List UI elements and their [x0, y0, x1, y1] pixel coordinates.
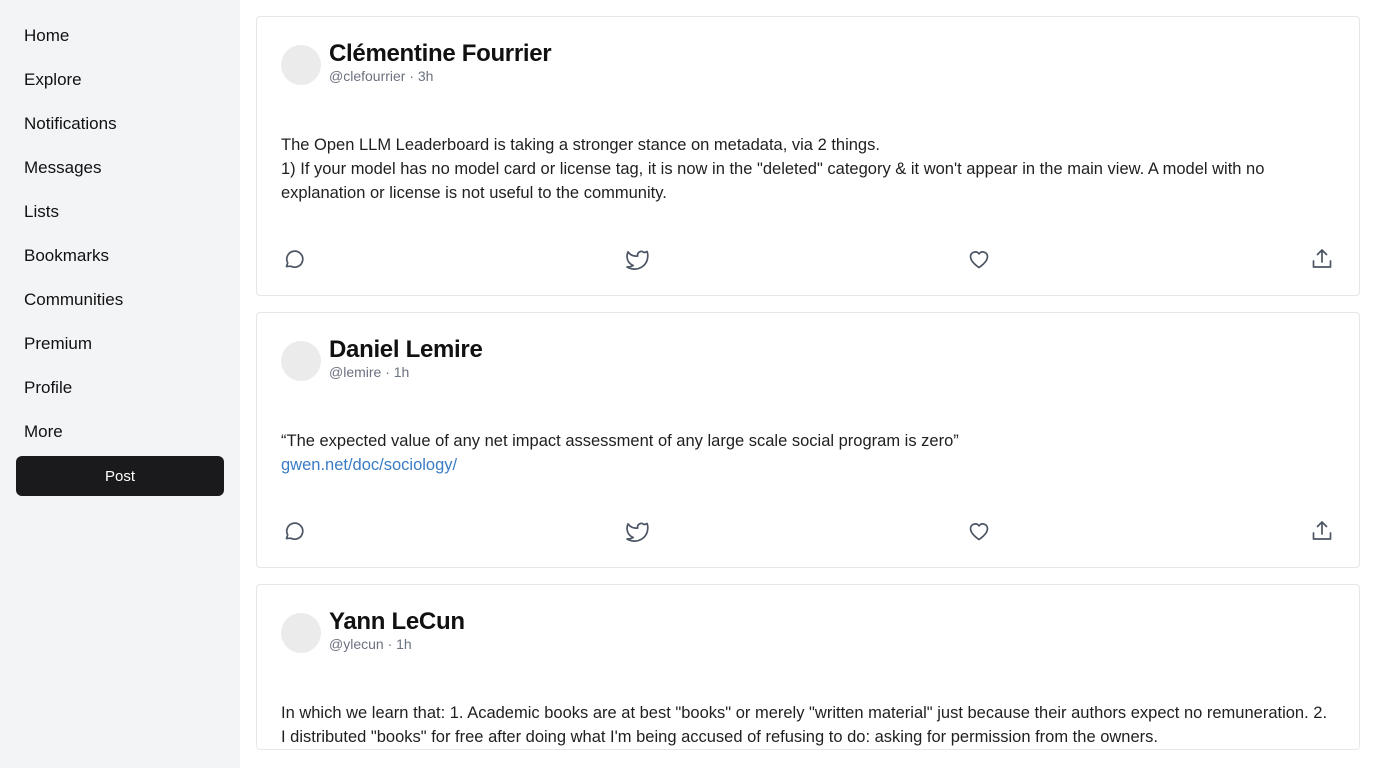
post-text-line: In which we learn that: 1. Academic book…	[281, 704, 1328, 746]
feed: Clémentine Fourrier @clefourrier · 3h Th…	[256, 16, 1360, 766]
author-block: Clémentine Fourrier @clefourrier · 3h	[329, 41, 552, 85]
sidebar-item-notifications[interactable]: Notifications	[0, 102, 240, 146]
post-header: Clémentine Fourrier @clefourrier · 3h	[281, 41, 1335, 85]
post-meta: @lemire · 1h	[329, 364, 410, 380]
post-meta: @ylecun · 1h	[329, 636, 412, 652]
post-card: Yann LeCun @ylecun · 1h In which we lear…	[256, 584, 1360, 750]
reply-button[interactable]	[281, 246, 307, 272]
author-name[interactable]: Yann LeCun	[329, 609, 465, 635]
share-upload-icon	[1312, 249, 1332, 268]
sidebar-item-messages[interactable]: Messages	[0, 146, 240, 190]
post-actions	[281, 511, 1335, 567]
heart-icon	[969, 251, 989, 269]
repost-button[interactable]	[624, 518, 650, 544]
post-body: “The expected value of any net impact as…	[281, 429, 1335, 477]
bird-icon	[625, 522, 649, 542]
post-card: Clémentine Fourrier @clefourrier · 3h Th…	[256, 16, 1360, 296]
share-button[interactable]	[1309, 518, 1335, 544]
post-text-line: 1) If your model has no model card or li…	[281, 160, 1265, 202]
sidebar-nav: Home Explore Notifications Messages List…	[0, 0, 240, 768]
avatar[interactable]	[281, 341, 321, 381]
sidebar-item-lists[interactable]: Lists	[0, 190, 240, 234]
sidebar-item-more[interactable]: More	[0, 410, 240, 454]
share-upload-icon	[1312, 521, 1332, 540]
share-button[interactable]	[1309, 246, 1335, 272]
heart-icon	[969, 523, 989, 541]
post-header: Daniel Lemire @lemire · 1h	[281, 337, 1335, 381]
author-name[interactable]: Clémentine Fourrier	[329, 41, 552, 67]
bird-icon	[625, 250, 649, 270]
sidebar-item-home[interactable]: Home	[0, 14, 240, 58]
author-block: Daniel Lemire @lemire · 1h	[329, 337, 483, 381]
reply-button[interactable]	[281, 518, 307, 544]
post-text-line: The Open LLM Leaderboard is taking a str…	[281, 136, 880, 154]
post-meta: @clefourrier · 3h	[329, 68, 434, 84]
avatar[interactable]	[281, 613, 321, 653]
like-button[interactable]	[966, 246, 992, 272]
like-button[interactable]	[966, 518, 992, 544]
speech-bubble-icon	[285, 522, 304, 540]
post-header: Yann LeCun @ylecun · 1h	[281, 609, 1335, 653]
speech-bubble-icon	[285, 250, 304, 268]
sidebar-item-bookmarks[interactable]: Bookmarks	[0, 234, 240, 278]
post-link[interactable]: gwen.net/doc/sociology/	[281, 453, 1335, 477]
author-block: Yann LeCun @ylecun · 1h	[329, 609, 465, 653]
sidebar-item-communities[interactable]: Communities	[0, 278, 240, 322]
sidebar-item-profile[interactable]: Profile	[0, 366, 240, 410]
author-name[interactable]: Daniel Lemire	[329, 337, 483, 363]
post-button[interactable]: Post	[16, 456, 224, 496]
sidebar-item-premium[interactable]: Premium	[0, 322, 240, 366]
post-card: Daniel Lemire @lemire · 1h “The expected…	[256, 312, 1360, 568]
post-text-line: “The expected value of any net impact as…	[281, 432, 959, 450]
post-body: In which we learn that: 1. Academic book…	[281, 701, 1335, 749]
sidebar-item-explore[interactable]: Explore	[0, 58, 240, 102]
post-body: The Open LLM Leaderboard is taking a str…	[281, 133, 1335, 205]
repost-button[interactable]	[624, 246, 650, 272]
avatar[interactable]	[281, 45, 321, 85]
post-actions	[281, 239, 1335, 295]
